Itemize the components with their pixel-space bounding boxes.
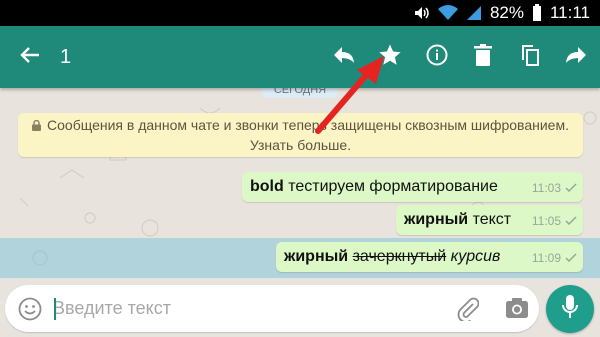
message-bold-part: bold	[250, 178, 284, 195]
emoji-icon[interactable]	[18, 297, 42, 326]
lock-icon	[32, 117, 42, 136]
message-meta: 11:09	[532, 251, 577, 265]
message-text: жирный зачеркнутый курсив	[284, 248, 500, 266]
text-caret	[54, 298, 56, 320]
star-button[interactable]	[368, 26, 412, 88]
sent-check-icon	[565, 214, 577, 228]
learn-more-link[interactable]: Узнать больше.	[28, 136, 573, 155]
message-bold-part: жирный	[404, 211, 469, 228]
mic-icon	[561, 294, 579, 325]
sent-check-icon	[565, 251, 577, 265]
composer	[0, 280, 600, 337]
chat-area[interactable]: СЕГОДНЯ Сообщения в данном чате и звонки…	[0, 88, 600, 280]
message-bubble[interactable]: жирный текст 11:05	[396, 205, 583, 235]
copy-button[interactable]	[508, 26, 552, 88]
forward-button[interactable]	[554, 26, 598, 88]
back-button[interactable]	[8, 26, 52, 88]
selected-count: 1	[60, 46, 72, 68]
message-text: bold тестируем форматирование	[250, 178, 498, 196]
signal-icon	[466, 5, 482, 21]
message-input[interactable]	[53, 285, 433, 332]
date-chip: СЕГОДНЯ	[262, 88, 338, 98]
mic-button[interactable]	[546, 285, 594, 333]
message-plain-part: текст	[468, 211, 512, 228]
status-bar: 82% 11:11	[0, 0, 600, 26]
encryption-notice-line1: Сообщения в данном чате и звонки теперь …	[28, 116, 573, 136]
message-text: жирный текст	[404, 211, 511, 229]
message-strike-part: зачеркнутый	[352, 248, 447, 265]
message-plain-part: тестируем форматирование	[283, 178, 498, 195]
reply-button[interactable]	[322, 26, 366, 88]
battery-icon	[532, 4, 542, 22]
status-icons: 82% 11:11	[414, 0, 590, 26]
info-icon	[426, 44, 448, 71]
reply-icon	[333, 46, 355, 69]
message-time: 11:03	[531, 181, 561, 195]
message-italic-part: курсив	[450, 248, 501, 265]
copy-icon	[520, 44, 540, 71]
attach-icon[interactable]	[457, 297, 480, 326]
wifi-icon	[437, 5, 458, 21]
sent-check-icon	[565, 181, 577, 195]
back-arrow-icon	[19, 44, 41, 71]
message-input-box[interactable]	[5, 285, 539, 332]
message-time: 11:05	[531, 214, 561, 228]
message-meta: 11:03	[532, 181, 577, 195]
delete-icon	[474, 43, 492, 71]
message-bold-part: жирный	[284, 248, 349, 265]
message-bubble-selected[interactable]: жирный зачеркнутый курсив 11:09	[276, 242, 583, 272]
delete-button[interactable]	[461, 26, 505, 88]
forward-icon	[565, 46, 587, 69]
encryption-notice[interactable]: Сообщения в данном чате и звонки теперь …	[18, 113, 583, 157]
volume-icon	[414, 6, 430, 20]
camera-icon[interactable]	[505, 297, 529, 324]
message-time: 11:09	[531, 251, 561, 265]
message-bubble[interactable]: bold тестируем форматирование 11:03	[242, 172, 583, 202]
info-button[interactable]	[415, 26, 459, 88]
star-icon	[378, 43, 402, 72]
message-meta: 11:05	[532, 214, 577, 228]
clock: 11:11	[549, 3, 590, 22]
encryption-notice-text: Сообщения в данном чате и звонки теперь …	[47, 117, 569, 133]
battery-percent: 82%	[489, 3, 524, 22]
selection-toolbar: 1	[0, 26, 600, 88]
